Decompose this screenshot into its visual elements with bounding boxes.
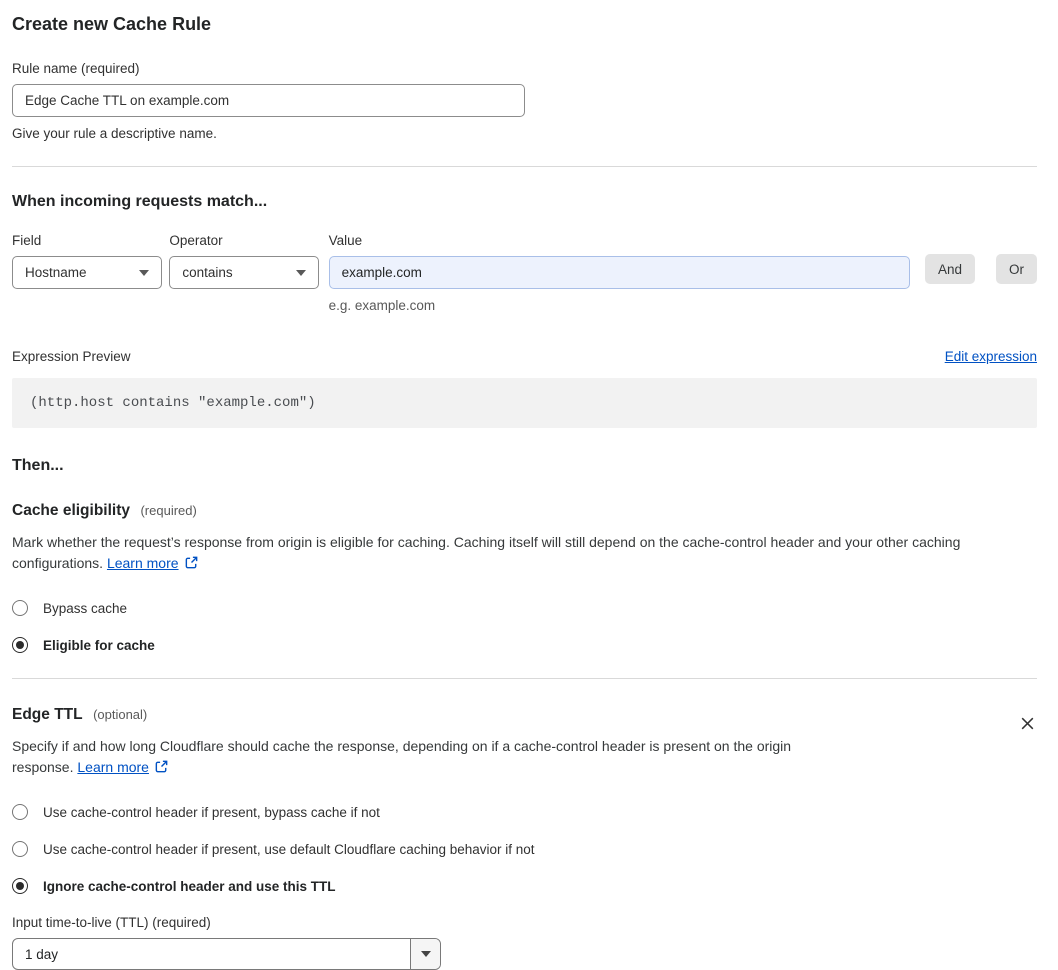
field-select[interactable]: Hostname <box>12 256 163 289</box>
external-link-icon[interactable] <box>154 759 169 780</box>
edge-ttl-description: Specify if and how long Cloudflare shoul… <box>12 736 847 780</box>
edit-expression-link[interactable]: Edit expression <box>945 349 1037 364</box>
operator-select-value: contains <box>182 265 233 280</box>
cache-eligibility-description: Mark whether the request’s response from… <box>12 532 1037 576</box>
radio-icon <box>12 637 28 653</box>
ttl-input-section: Input time-to-live (TTL) (required) 1 da… <box>12 915 1037 970</box>
radio-icon <box>12 878 28 894</box>
radio-label: Use cache-control header if present, use… <box>43 841 535 857</box>
cache-eligibility-section: Cache eligibility (required) Mark whethe… <box>12 502 1037 653</box>
expression-preview-header: Expression Preview Edit expression <box>12 349 1037 364</box>
ttl-select-value: 1 day <box>25 946 59 962</box>
and-button[interactable]: And <box>924 254 975 284</box>
divider <box>12 678 1037 679</box>
expression-preview-label: Expression Preview <box>12 349 131 364</box>
match-expression-row: Field Hostname Operator contains Value e… <box>12 233 1037 313</box>
chevron-down-icon <box>420 951 431 957</box>
field-label: Field <box>12 233 42 248</box>
match-section-heading: When incoming requests match... <box>12 193 268 210</box>
chevron-down-icon <box>295 269 306 276</box>
operator-label: Operator <box>169 233 223 248</box>
close-icon[interactable] <box>1017 715 1037 735</box>
rule-name-section: Rule name (required) Give your rule a de… <box>12 61 1037 141</box>
then-heading: Then... <box>12 457 64 474</box>
radio-use-cache-control-bypass[interactable]: Use cache-control header if present, byp… <box>12 804 1037 820</box>
value-label: Value <box>328 233 363 248</box>
divider <box>12 166 1037 167</box>
radio-label: Bypass cache <box>43 600 128 616</box>
learn-more-link[interactable]: Learn more <box>77 759 149 775</box>
external-link-icon[interactable] <box>184 555 199 576</box>
rule-name-help: Give your rule a descriptive name. <box>12 126 217 141</box>
rule-name-label: Rule name (required) <box>12 61 140 76</box>
radio-bypass-cache[interactable]: Bypass cache <box>12 600 1037 616</box>
chevron-down-icon <box>139 269 150 276</box>
cache-eligibility-required-badge: (required) <box>140 503 197 518</box>
radio-use-cache-control-default[interactable]: Use cache-control header if present, use… <box>12 841 1037 857</box>
radio-icon <box>12 804 28 820</box>
cache-eligibility-heading: Cache eligibility <box>12 502 131 519</box>
edge-ttl-optional-badge: (optional) <box>93 707 148 722</box>
ttl-select-caret-button[interactable] <box>410 939 440 969</box>
radio-label: Eligible for cache <box>43 637 155 653</box>
radio-eligible-for-cache[interactable]: Eligible for cache <box>12 637 1037 653</box>
or-button[interactable]: Or <box>996 254 1037 284</box>
radio-icon <box>12 600 28 616</box>
ttl-label: Input time-to-live (TTL) (required) <box>12 915 211 930</box>
page-title: Create new Cache Rule <box>12 14 212 34</box>
create-cache-rule-page: Create new Cache Rule Rule name (require… <box>0 0 1058 970</box>
radio-label: Use cache-control header if present, byp… <box>43 804 380 820</box>
radio-icon <box>12 841 28 857</box>
rule-name-input[interactable] <box>12 84 525 117</box>
ttl-select[interactable]: 1 day <box>12 938 441 970</box>
operator-select[interactable]: contains <box>169 256 319 289</box>
value-input[interactable] <box>328 256 910 289</box>
edge-ttl-heading: Edge TTL <box>12 706 83 723</box>
learn-more-link[interactable]: Learn more <box>107 555 179 571</box>
radio-label: Ignore cache-control header and use this… <box>43 878 336 894</box>
edge-ttl-radio-group: Use cache-control header if present, byp… <box>12 804 1037 894</box>
cache-eligibility-radio-group: Bypass cache Eligible for cache <box>12 600 1037 653</box>
field-select-value: Hostname <box>25 265 87 280</box>
edge-ttl-section: Edge TTL (optional) Specify if and how l… <box>12 706 1037 970</box>
value-help: e.g. example.com <box>328 298 436 313</box>
expression-preview-code: (http.host contains "example.com") <box>12 378 1037 428</box>
radio-ignore-cache-control-use-ttl[interactable]: Ignore cache-control header and use this… <box>12 878 1037 894</box>
